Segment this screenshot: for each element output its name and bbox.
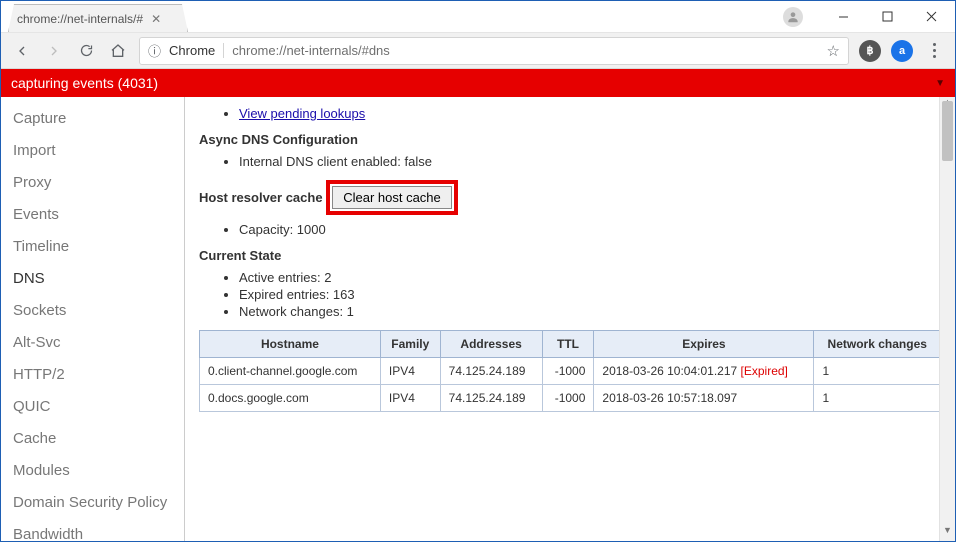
async-dns-heading: Async DNS Configuration (199, 132, 941, 147)
sidebar-item-quic[interactable]: QUIC (1, 391, 184, 423)
origin-label: Chrome (169, 43, 224, 58)
vertical-scrollbar[interactable]: ▲ ▼ (939, 97, 955, 541)
table-header: TTL (542, 331, 594, 358)
sidebar-item-bandwidth[interactable]: Bandwidth (1, 519, 184, 541)
table-header: Network changes (814, 331, 941, 358)
tab-title: chrome://net-internals/# (17, 12, 143, 26)
state-item: Active entries: 2 (239, 269, 941, 286)
forward-button (43, 40, 65, 62)
table-row: 0.docs.google.comIPV474.125.24.189-10002… (200, 385, 941, 412)
home-button[interactable] (107, 40, 129, 62)
scroll-down-icon[interactable]: ▼ (940, 525, 955, 541)
capacity-item: Capacity: 1000 (239, 221, 941, 238)
sidebar-item-capture[interactable]: Capture (1, 103, 184, 135)
cell-expires: 2018-03-26 10:57:18.097 (594, 385, 814, 412)
state-item: Expired entries: 163 (239, 286, 941, 303)
profile-icon[interactable] (783, 7, 803, 27)
maximize-button[interactable] (865, 2, 909, 32)
sidebar-item-http-2[interactable]: HTTP/2 (1, 359, 184, 391)
extension-icon-1[interactable]: ฿ (859, 40, 881, 62)
extension-icon-2[interactable]: a (891, 40, 913, 62)
close-window-button[interactable] (909, 2, 953, 32)
sidebar: CaptureImportProxyEventsTimelineDNSSocke… (1, 97, 185, 541)
sidebar-item-import[interactable]: Import (1, 135, 184, 167)
table-header: Hostname (200, 331, 381, 358)
sidebar-item-alt-svc[interactable]: Alt-Svc (1, 327, 184, 359)
clear-host-cache-highlight: Clear host cache (326, 180, 458, 215)
url-text: chrome://net-internals/#dns (232, 43, 390, 58)
site-info-icon[interactable]: ⓘ (148, 41, 161, 60)
sidebar-item-sockets[interactable]: Sockets (1, 295, 184, 327)
cell-ttl: -1000 (542, 358, 594, 385)
sidebar-item-timeline[interactable]: Timeline (1, 231, 184, 263)
cell-addresses: 74.125.24.189 (440, 385, 542, 412)
sidebar-item-domain-security-policy[interactable]: Domain Security Policy (1, 487, 184, 519)
sidebar-item-dns[interactable]: DNS (1, 263, 184, 295)
cell-hostname: 0.docs.google.com (200, 385, 381, 412)
browser-tab[interactable]: chrome://net-internals/# ✕ (8, 4, 188, 32)
table-header: Expires (594, 331, 814, 358)
async-dns-status: Internal DNS client enabled: false (239, 153, 941, 170)
cell-ttl: -1000 (542, 385, 594, 412)
status-dropdown-icon[interactable]: ▼ (935, 78, 945, 89)
host-resolver-heading: Host resolver cache Clear host cache (199, 180, 941, 215)
cell-expires: 2018-03-26 10:04:01.217 [Expired] (594, 358, 814, 385)
chrome-menu-button[interactable] (923, 43, 945, 58)
bookmark-star-icon[interactable]: ☆ (827, 42, 840, 60)
current-state-heading: Current State (199, 248, 941, 263)
host-cache-table: HostnameFamilyAddressesTTLExpiresNetwork… (199, 330, 941, 412)
minimize-button[interactable] (821, 2, 865, 32)
sidebar-item-modules[interactable]: Modules (1, 455, 184, 487)
reload-button[interactable] (75, 40, 97, 62)
cell-network-changes: 1 (814, 385, 941, 412)
table-header: Addresses (440, 331, 542, 358)
cell-network-changes: 1 (814, 358, 941, 385)
sidebar-item-proxy[interactable]: Proxy (1, 167, 184, 199)
table-header: Family (380, 331, 440, 358)
table-row: 0.client-channel.google.comIPV474.125.24… (200, 358, 941, 385)
view-pending-lookups-link[interactable]: View pending lookups (239, 106, 365, 121)
status-bar[interactable]: capturing events (4031) ▼ (1, 69, 955, 97)
cell-family: IPV4 (380, 385, 440, 412)
back-button[interactable] (11, 40, 33, 62)
address-bar[interactable]: ⓘ Chrome chrome://net-internals/#dns ☆ (139, 37, 849, 65)
cell-addresses: 74.125.24.189 (440, 358, 542, 385)
main-content: View pending lookups Async DNS Configura… (185, 97, 955, 541)
scroll-thumb[interactable] (942, 101, 953, 161)
sidebar-item-events[interactable]: Events (1, 199, 184, 231)
status-bar-text: capturing events (4031) (11, 75, 158, 91)
cell-hostname: 0.client-channel.google.com (200, 358, 381, 385)
clear-host-cache-button[interactable]: Clear host cache (332, 186, 452, 209)
state-item: Network changes: 1 (239, 303, 941, 320)
cell-family: IPV4 (380, 358, 440, 385)
tab-close-icon[interactable]: ✕ (151, 12, 161, 26)
sidebar-item-cache[interactable]: Cache (1, 423, 184, 455)
